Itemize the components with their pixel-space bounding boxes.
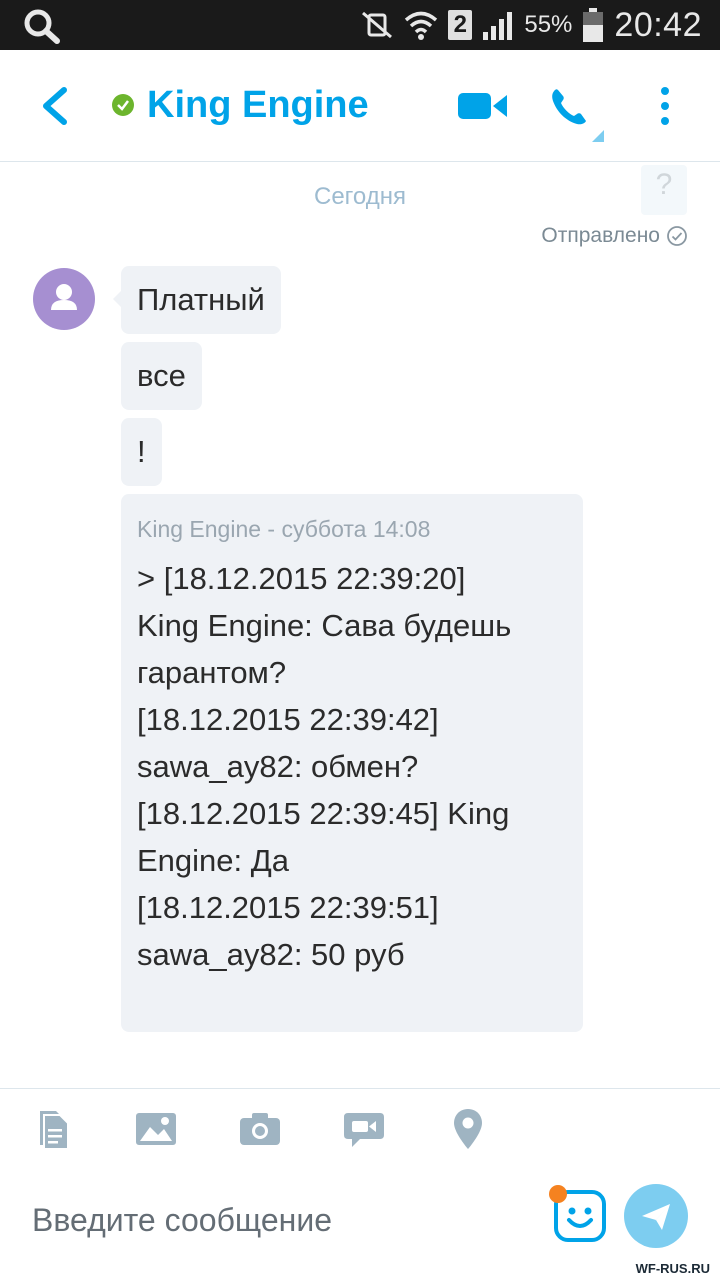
clock: 20:42 xyxy=(614,5,702,44)
sim-badge: 2 xyxy=(448,10,473,40)
date-separator: Сегодня xyxy=(314,183,406,210)
sent-status: Отправлено xyxy=(541,224,688,248)
battery-percent: 55% xyxy=(524,11,573,38)
video-message-icon[interactable] xyxy=(342,1107,386,1151)
message-text: все xyxy=(137,358,186,393)
avatar[interactable] xyxy=(33,268,95,330)
watermark: WF-RUS.RU xyxy=(631,1261,714,1276)
video-call-icon[interactable] xyxy=(458,90,508,122)
wifi-icon xyxy=(405,11,438,40)
send-icon xyxy=(642,1204,670,1230)
conversation-header: King Engine xyxy=(0,50,720,162)
message-bubble[interactable]: ! xyxy=(121,418,162,486)
message-bubble[interactable]: все xyxy=(121,342,202,410)
attachment-toolbar xyxy=(0,1088,720,1170)
quote-line: > [18.12.2015 22:39:20] xyxy=(137,561,466,596)
message-composer xyxy=(0,1170,720,1280)
message-text: Платный xyxy=(137,282,265,317)
check-circle-icon xyxy=(667,226,687,246)
message-text: ! xyxy=(137,434,146,469)
message-bubble[interactable]: Платный xyxy=(121,266,281,334)
quote-line: гарантом? xyxy=(137,655,287,690)
presence-online-icon xyxy=(112,94,134,116)
user-icon xyxy=(51,284,77,310)
signal-icon xyxy=(483,12,513,40)
contact-name[interactable]: King Engine xyxy=(147,84,369,127)
quote-line: sawa_ay82: обмен? xyxy=(137,749,419,784)
battery-icon xyxy=(583,8,604,42)
quoted-message-bubble[interactable]: King Engine - суббота 14:08 > [18.12.201… xyxy=(121,494,583,1032)
location-icon[interactable] xyxy=(446,1107,490,1151)
gallery-icon[interactable] xyxy=(134,1107,178,1151)
quote-line: [18.12.2015 22:39:51] xyxy=(137,890,439,925)
quote-line: King Engine: Сава будешь xyxy=(137,608,512,643)
status-bar: 2 55% 20:42 xyxy=(0,0,720,50)
back-arrow-icon[interactable] xyxy=(36,84,76,128)
quote-meta: King Engine - суббота 14:08 xyxy=(137,516,431,542)
sent-status-label: Отправлено xyxy=(541,224,660,247)
quote-line: Engine: Да xyxy=(137,843,289,878)
search-icon xyxy=(24,9,60,44)
send-button[interactable] xyxy=(624,1184,688,1248)
phone-call-icon[interactable] xyxy=(548,84,608,146)
file-icon[interactable] xyxy=(32,1107,76,1151)
more-options-icon[interactable] xyxy=(655,86,675,126)
quote-line: sawa_ay82: 50 руб xyxy=(137,937,405,972)
quote-line: [18.12.2015 22:39:42] xyxy=(137,702,439,737)
camera-icon[interactable] xyxy=(238,1107,282,1151)
message-input[interactable] xyxy=(32,1198,512,1242)
vibrate-muted-icon xyxy=(362,11,393,39)
notification-dot xyxy=(549,1185,567,1203)
quote-line: [18.12.2015 22:39:45] King xyxy=(137,796,510,831)
